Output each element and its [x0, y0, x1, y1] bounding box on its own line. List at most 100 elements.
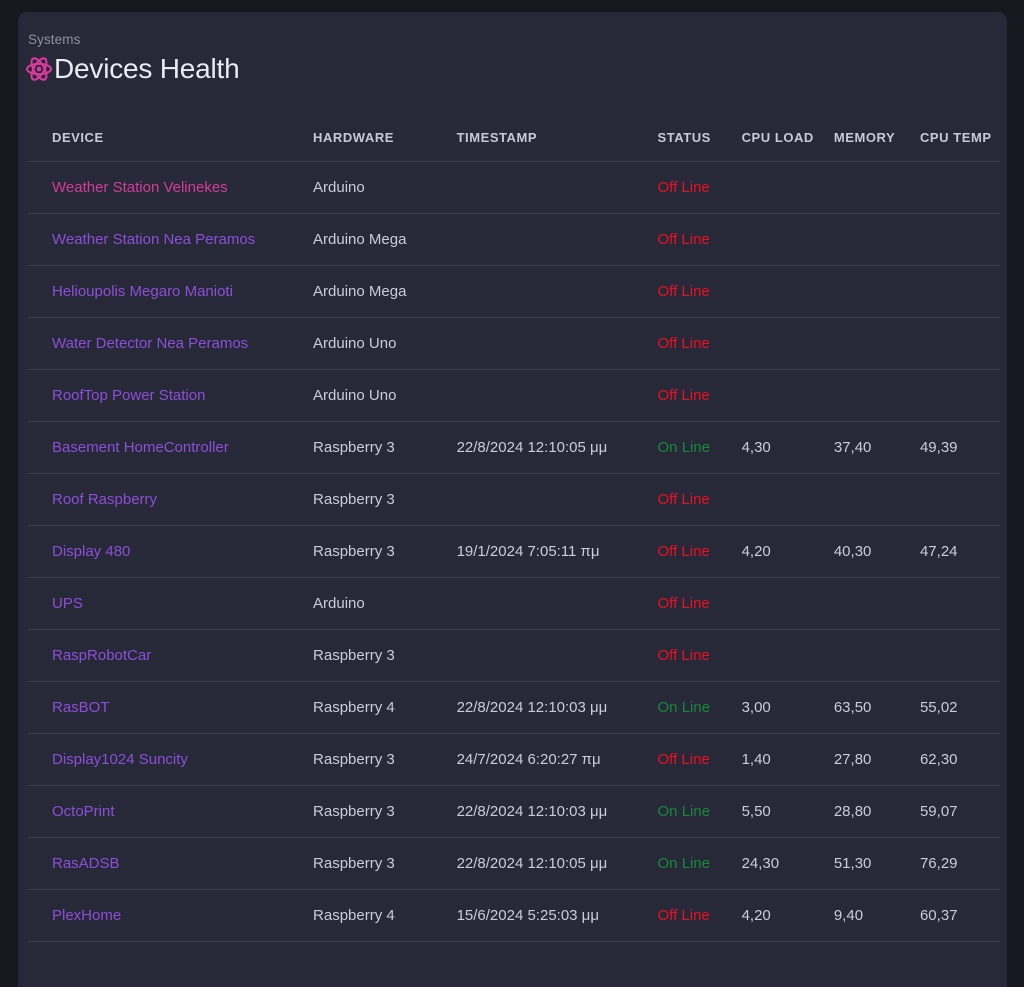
cell-cpu-temp [919, 317, 1000, 370]
table-header-row: DEVICE HARDWARE TIMESTAMP STATUS CPU LOA… [28, 130, 1000, 162]
cell-status: Off Line [657, 317, 742, 370]
cell-cpu-load [741, 369, 834, 422]
cell-cpu-load [741, 577, 834, 630]
device-link[interactable]: Weather Station Velinekes [52, 179, 228, 196]
atom-icon [25, 55, 53, 83]
cell-timestamp: 19/1/2024 7:05:11 πμ [456, 525, 658, 578]
cell-status: Off Line [657, 629, 742, 682]
cell-cpu-load: 3,00 [741, 681, 834, 734]
cell-cpu-load: 24,30 [741, 837, 834, 890]
cell-status: Off Line [657, 889, 742, 942]
cell-cpu-load: 4,30 [741, 421, 834, 474]
status-badge: Off Line [657, 179, 710, 196]
cell-memory [833, 317, 920, 370]
status-badge: Off Line [657, 335, 710, 352]
device-link[interactable]: Helioupolis Megaro Manioti [52, 283, 233, 300]
cell-cpu-load [741, 213, 834, 266]
device-link[interactable]: RasADSB [52, 855, 120, 872]
device-link[interactable]: Display 480 [52, 543, 130, 560]
cell-status: Off Line [657, 525, 742, 578]
device-link[interactable]: RoofTop Power Station [52, 387, 205, 404]
cell-timestamp: 22/8/2024 12:10:05 μμ [456, 421, 658, 474]
cell-memory: 37,40 [833, 421, 920, 474]
cell-timestamp: 22/8/2024 12:10:05 μμ [456, 837, 658, 890]
cell-hardware: Raspberry 4 [313, 681, 457, 734]
device-link[interactable]: Water Detector Nea Peramos [52, 335, 248, 352]
cell-hardware: Raspberry 3 [313, 525, 457, 578]
cell-hardware: Arduino Mega [313, 265, 457, 318]
table-row: Basement HomeController Raspberry 3 22/8/2… [28, 421, 1000, 474]
cell-memory [833, 265, 920, 318]
cell-device: RaspRobotCar [28, 629, 314, 682]
cell-timestamp [456, 629, 658, 682]
device-link[interactable]: Roof Raspberry [52, 491, 157, 508]
cell-cpu-load: 4,20 [741, 525, 834, 578]
cell-cpu-load: 1,40 [741, 733, 834, 786]
column-header-status[interactable]: STATUS [658, 130, 742, 162]
cell-cpu-temp [919, 577, 1000, 630]
cell-timestamp: 24/7/2024 6:20:27 πμ [456, 733, 658, 786]
device-link[interactable]: OctoPrint [52, 803, 115, 820]
table-row: Roof Raspberry Raspberry 3 Off Line [28, 473, 1000, 526]
cell-device: UPS [28, 577, 314, 630]
device-link[interactable]: UPS [52, 595, 83, 612]
table-row: Display 480 Raspberry 3 19/1/2024 7:05:11 … [28, 525, 1000, 578]
cell-memory [833, 577, 920, 630]
table-row: RaspRobotCar Raspberry 3 Off Line [28, 629, 1000, 682]
column-header-device[interactable]: DEVICE [28, 130, 313, 162]
table-row: RasADSB Raspberry 3 22/8/2024 12:10:05 μμ O… [28, 837, 1000, 890]
cell-timestamp [456, 577, 658, 630]
cell-hardware: Arduino [313, 577, 457, 630]
cell-device: PlexHome [28, 889, 314, 942]
cell-device: RoofTop Power Station [28, 369, 314, 422]
cell-memory [833, 161, 920, 214]
column-header-hardware[interactable]: HARDWARE [313, 130, 457, 162]
cell-device: Display1024 Suncity [28, 733, 314, 786]
table-body: Weather Station Velinekes Arduino Off Line… [28, 161, 1000, 942]
cell-cpu-load [741, 265, 834, 318]
cell-hardware: Raspberry 3 [313, 733, 457, 786]
cell-status: Off Line [657, 369, 742, 422]
cell-memory: 28,80 [833, 785, 920, 838]
device-link[interactable]: Display1024 Suncity [52, 751, 188, 768]
column-header-cpu-load[interactable]: CPU LOAD [742, 130, 834, 162]
column-header-timestamp[interactable]: TIMESTAMP [457, 130, 658, 162]
cell-device: RasADSB [28, 837, 314, 890]
cell-timestamp: 22/8/2024 12:10:03 μμ [456, 785, 658, 838]
cell-cpu-temp [919, 213, 1000, 266]
breadcrumb: Systems [28, 32, 81, 47]
cell-cpu-temp: 60,37 [919, 889, 1000, 942]
cell-status: On Line [657, 681, 742, 734]
cell-cpu-temp [919, 473, 1000, 526]
cell-cpu-load: 5,50 [741, 785, 834, 838]
cell-timestamp [456, 265, 658, 318]
cell-cpu-temp [919, 629, 1000, 682]
column-header-cpu-temp[interactable]: CPU TEMP [920, 130, 1000, 162]
device-link[interactable]: PlexHome [52, 907, 121, 924]
status-badge: On Line [657, 699, 711, 716]
status-badge: Off Line [657, 647, 710, 664]
table-row: RoofTop Power Station Arduino Uno Off Line [28, 369, 1000, 422]
cell-device: Weather Station Nea Peramos [28, 213, 314, 266]
cell-status: Off Line [657, 161, 742, 214]
cell-status: Off Line [657, 733, 742, 786]
table-row: PlexHome Raspberry 4 15/6/2024 5:25:03 μμ O… [28, 889, 1000, 942]
cell-cpu-temp: 59,07 [919, 785, 1000, 838]
cell-hardware: Arduino Uno [313, 317, 457, 370]
column-header-memory[interactable]: MEMORY [834, 130, 920, 162]
table-row: RasBOT Raspberry 4 22/8/2024 12:10:03 μμ On… [28, 681, 1000, 734]
cell-hardware: Raspberry 3 [313, 473, 457, 526]
cell-timestamp [456, 161, 658, 214]
cell-memory [833, 213, 920, 266]
cell-cpu-temp: 49,39 [919, 421, 1000, 474]
cell-device: Water Detector Nea Peramos [28, 317, 314, 370]
device-link[interactable]: RasBOT [52, 699, 110, 716]
device-link[interactable]: Weather Station Nea Peramos [52, 231, 255, 248]
cell-memory: 40,30 [833, 525, 920, 578]
cell-cpu-temp: 62,30 [919, 733, 1000, 786]
device-link[interactable]: RaspRobotCar [52, 647, 151, 664]
device-link[interactable]: Basement HomeController [52, 439, 229, 456]
cell-device: Helioupolis Megaro Manioti [28, 265, 314, 318]
cell-cpu-load [741, 317, 834, 370]
cell-status: Off Line [657, 577, 742, 630]
